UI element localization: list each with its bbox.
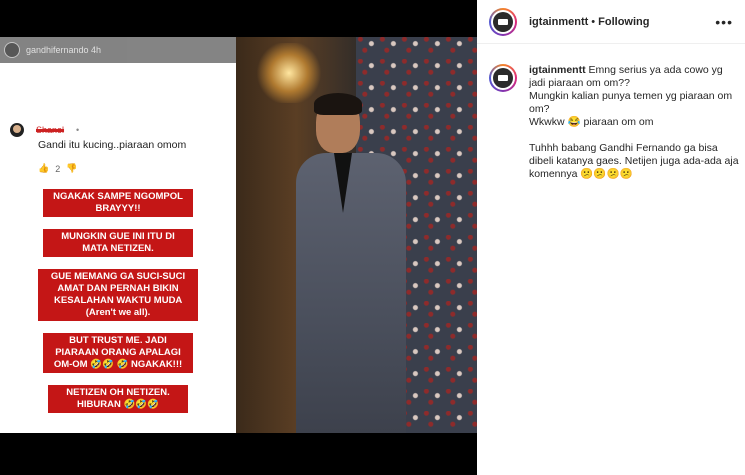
- post-side-panel: igtainmentt • Following ••• igtainmentt …: [477, 0, 745, 475]
- portrait-photo: [236, 37, 477, 433]
- thumbs-down-icon: 👎: [66, 163, 78, 173]
- story-username: gandhifernando 4h: [26, 45, 102, 55]
- header-dot: •: [591, 15, 596, 28]
- caption-username[interactable]: igtainmentt: [529, 64, 586, 76]
- following-button[interactable]: Following: [598, 16, 649, 28]
- post-viewer: gandhifernando 4h Shanel • Gandi itu kuc…: [0, 0, 745, 475]
- thumbs-up-icon: 👍: [38, 163, 50, 173]
- post-header: igtainmentt • Following •••: [477, 0, 745, 44]
- caption-block-5: NETIZEN OH NETIZEN. HIBURAN 🤣🤣🤣: [48, 385, 188, 413]
- story-captions: NGAKAK SAMPE NGOMPOL BRAYYY!! MUNGKIN GU…: [0, 189, 236, 413]
- comment-dot: •: [76, 125, 80, 135]
- caption-block-3: GUE MEMANG GA SUCI-SUCI AMAT DAN PERNAH …: [38, 269, 198, 321]
- story-comment: Shanel • Gandi itu kucing..piaraan omom …: [10, 123, 230, 174]
- caption-paragraph: Tuhhh babang Gandhi Fernando ga bisa dib…: [529, 142, 739, 180]
- caption-body: igtainmentt Emng serius ya ada cowo yg j…: [529, 64, 739, 181]
- comment-text: Gandi itu kucing..piaraan omom: [38, 139, 187, 151]
- story-screenshot: gandhifernando 4h Shanel • Gandi itu kuc…: [0, 37, 236, 433]
- caption-avatar[interactable]: [489, 64, 517, 92]
- chandelier: [254, 43, 324, 103]
- caption-block-3-text: GUE MEMANG GA SUCI-SUCI AMAT DAN PERNAH …: [50, 271, 186, 306]
- header-username[interactable]: igtainmentt: [529, 16, 588, 28]
- post-caption: igtainmentt Emng serius ya ada cowo yg j…: [489, 64, 739, 181]
- comment-author: Shanel: [36, 125, 65, 135]
- comment-like-count: 2: [55, 163, 61, 174]
- man-in-suit: [296, 93, 406, 433]
- story-avatar: [4, 42, 20, 58]
- more-icon[interactable]: •••: [715, 14, 733, 30]
- caption-block-4: BUT TRUST ME. JADI PIARAAN ORANG APALAGI…: [43, 333, 193, 373]
- comment-avatar: [10, 123, 24, 137]
- caption-block-2: MUNGKIN GUE INI ITU DI MATA NETIZEN.: [43, 229, 193, 257]
- story-header: gandhifernando 4h: [0, 37, 236, 63]
- caption-block-1: NGAKAK SAMPE NGOMPOL BRAYYY!!: [43, 189, 193, 217]
- caption-line-3: Wkwkw 😂 piaraan om om: [529, 116, 654, 128]
- post-media[interactable]: gandhifernando 4h Shanel • Gandi itu kuc…: [0, 37, 477, 433]
- caption-line-2: Mungkin kalian punya temen yg piaraan om…: [529, 90, 733, 115]
- profile-avatar[interactable]: [489, 7, 517, 36]
- caption-block-3-aside: (Aren't we all).: [85, 307, 151, 318]
